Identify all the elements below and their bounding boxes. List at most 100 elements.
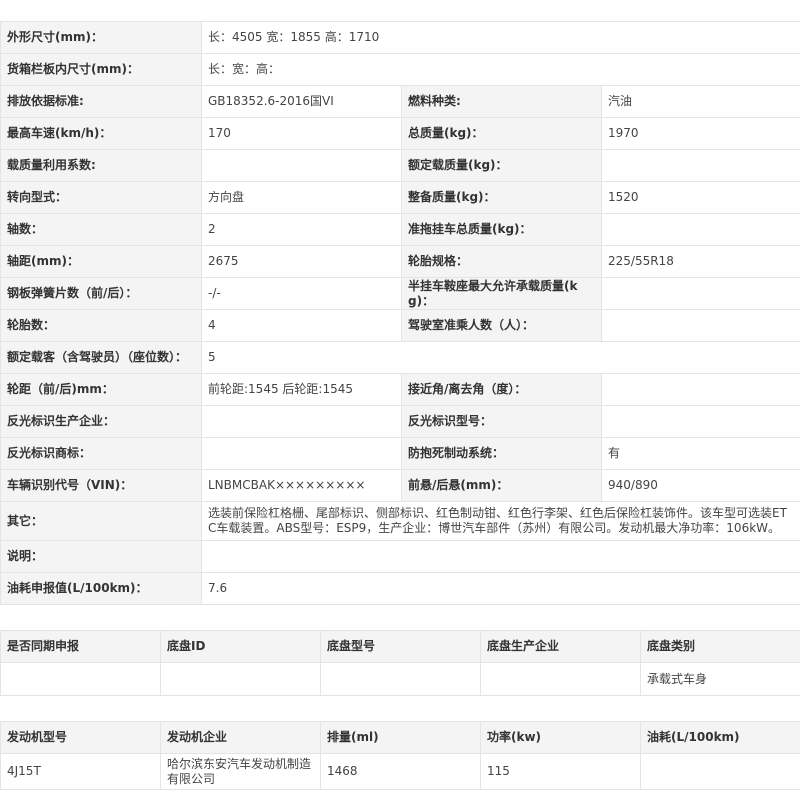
spec-label: 轴距(mm)：	[0, 245, 202, 278]
spec-value	[200, 540, 800, 573]
chassis-cell-model	[320, 662, 481, 696]
engine-cell-maker: 哈尔滨东安汽车发动机制造有限公司	[160, 753, 321, 790]
spec-label: 轮胎数：	[0, 309, 202, 342]
engine-cell-displacement: 1468	[320, 753, 481, 790]
spec-value	[600, 309, 800, 342]
spec-label: 最高车速(km/h)：	[0, 117, 202, 150]
spec-label: 驾驶室准乘人数（人）：	[401, 309, 602, 342]
spec-row: 反光标识商标： 防抱死制动系统：有	[0, 437, 800, 470]
spec-value	[600, 213, 800, 246]
spec-value: 7.6	[200, 572, 800, 605]
spec-row: 载质量利用系数: 额定载质量(kg)：	[0, 149, 800, 182]
engine-header-displacement: 排量(ml)	[320, 721, 481, 754]
spec-label: 燃料种类:	[401, 85, 602, 118]
spec-label: 排放依据标准:	[0, 85, 202, 118]
chassis-header-id: 底盘ID	[160, 630, 321, 663]
spec-label: 反光标识型号：	[401, 405, 602, 438]
chassis-header-row: 是否同期申报 底盘ID 底盘型号 底盘生产企业 底盘类别	[0, 630, 800, 663]
spec-value: 方向盘	[201, 181, 402, 214]
spec-value: 170	[201, 117, 402, 150]
spec-label: 其它：	[0, 501, 202, 541]
spec-label: 接近角/离去角（度）：	[401, 373, 602, 406]
chassis-cell-maker	[480, 662, 641, 696]
engine-data-row: 4J15T 哈尔滨东安汽车发动机制造有限公司 1468 115	[0, 753, 800, 790]
chassis-header-model: 底盘型号	[320, 630, 481, 663]
spec-value: 1970	[600, 117, 800, 150]
spec-value	[600, 149, 800, 182]
spec-value: LNBMCBAK×××××××××	[201, 469, 402, 502]
spec-label: 额定载质量(kg)：	[401, 149, 602, 182]
spec-value: 2	[201, 213, 402, 246]
spec-row: 车辆识别代号（VIN)： LNBMCBAK××××××××× 前悬/后悬(mm)： 9…	[0, 469, 800, 502]
engine-cell-fuel	[640, 753, 800, 790]
chassis-cell-id	[160, 662, 321, 696]
engine-cell-power: 115	[480, 753, 641, 790]
engine-header-fuel: 油耗(L/100km)	[640, 721, 800, 754]
spec-row: 轮距（前/后)mm： 前轮距:1545 后轮距:1545 接近角/离去角（度）：	[0, 373, 800, 406]
spec-row: 最高车速(km/h)： 170 总质量(kg)： 1970	[0, 117, 800, 150]
spec-label: 前悬/后悬(mm)：	[401, 469, 602, 502]
spec-value	[600, 277, 800, 310]
spec-value: 有	[600, 437, 800, 470]
spec-row: 转向型式： 方向盘 整备质量(kg)： 1520	[0, 181, 800, 214]
spec-row: 货箱栏板内尺寸(mm)： 长：宽：高：	[0, 53, 800, 86]
chassis-header-sync: 是否同期申报	[0, 630, 161, 663]
spec-row: 轮胎数： 4 驾驶室准乘人数（人）：	[0, 309, 800, 342]
spec-label: 油耗申报值(L/100km)：	[0, 572, 202, 605]
spec-label: 货箱栏板内尺寸(mm)：	[0, 53, 202, 86]
spec-row: 油耗申报值(L/100km)： 7.6	[0, 572, 800, 605]
spec-value	[600, 405, 800, 438]
chassis-data-row: 承载式车身	[0, 662, 800, 696]
spec-value: 225/55R18	[600, 245, 800, 278]
spec-label: 轴数：	[0, 213, 202, 246]
spec-value: 2675	[201, 245, 402, 278]
spec-label: 载质量利用系数:	[0, 149, 202, 182]
spec-label: 外形尺寸(mm)：	[0, 21, 202, 54]
spec-label: 钢板弹簧片数（前/后）：	[0, 277, 202, 310]
spec-table: 外形尺寸(mm)： 长：4505 宽：1855 高：1710 货箱栏板内尺寸(mm)…	[0, 21, 800, 605]
spec-row: 外形尺寸(mm)： 长：4505 宽：1855 高：1710	[0, 21, 800, 54]
spec-value: 5	[200, 341, 800, 374]
engine-header-row: 发动机型号 发动机企业 排量(ml) 功率(kw) 油耗(L/100km)	[0, 721, 800, 754]
spec-label: 反光标识生产企业：	[0, 405, 202, 438]
engine-header-model: 发动机型号	[0, 721, 161, 754]
spec-label: 反光标识商标：	[0, 437, 202, 470]
spec-row: 说明：	[0, 540, 800, 573]
engine-table: 发动机型号 发动机企业 排量(ml) 功率(kw) 油耗(L/100km) 4J…	[0, 721, 800, 790]
spec-value: 4	[201, 309, 402, 342]
spec-table-body: 外形尺寸(mm)： 长：4505 宽：1855 高：1710 货箱栏板内尺寸(mm)…	[0, 21, 800, 605]
spec-label: 总质量(kg)：	[401, 117, 602, 150]
chassis-cell-type: 承载式车身	[640, 662, 800, 696]
spec-label: 转向型式：	[0, 181, 202, 214]
vehicle-spec-page: 外形尺寸(mm)： 长：4505 宽：1855 高：1710 货箱栏板内尺寸(mm)…	[0, 0, 800, 794]
chassis-header-maker: 底盘生产企业	[480, 630, 641, 663]
spec-value: 前轮距:1545 后轮距:1545	[201, 373, 402, 406]
spec-value: 长：宽：高：	[200, 53, 800, 86]
spec-value	[201, 405, 402, 438]
spec-value	[600, 373, 800, 406]
spec-value: 长：4505 宽：1855 高：1710	[200, 21, 800, 54]
spec-value: 汽油	[600, 85, 800, 118]
spec-value: -/-	[201, 277, 402, 310]
engine-header-power: 功率(kw)	[480, 721, 641, 754]
spec-row: 钢板弹簧片数（前/后）： -/- 半挂车鞍座最大允许承载质量(kg)：	[0, 277, 800, 310]
spec-label: 说明：	[0, 540, 202, 573]
spec-value: 选装前保险杠格栅、尾部标识、侧部标识、红色制动钳、红色行李架、红色后保险杠装饰件…	[200, 501, 800, 541]
spec-label: 轮胎规格：	[401, 245, 602, 278]
engine-header-maker: 发动机企业	[160, 721, 321, 754]
spec-label: 车辆识别代号（VIN)：	[0, 469, 202, 502]
spec-value	[201, 437, 402, 470]
chassis-header-type: 底盘类别	[640, 630, 800, 663]
engine-cell-model: 4J15T	[0, 753, 161, 790]
spec-value: GB18352.6-2016国VI	[201, 85, 402, 118]
spec-label: 整备质量(kg)：	[401, 181, 602, 214]
spec-row: 轴距(mm)： 2675 轮胎规格： 225/55R18	[0, 245, 800, 278]
spec-label: 轮距（前/后)mm：	[0, 373, 202, 406]
spec-row: 其它： 选装前保险杠格栅、尾部标识、侧部标识、红色制动钳、红色行李架、红色后保险杠…	[0, 501, 800, 541]
spec-value: 1520	[600, 181, 800, 214]
spec-value: 940/890	[600, 469, 800, 502]
spec-value	[201, 149, 402, 182]
spec-row: 反光标识生产企业： 反光标识型号：	[0, 405, 800, 438]
spec-label: 准拖挂车总质量(kg)：	[401, 213, 602, 246]
spec-row: 轴数： 2 准拖挂车总质量(kg)：	[0, 213, 800, 246]
